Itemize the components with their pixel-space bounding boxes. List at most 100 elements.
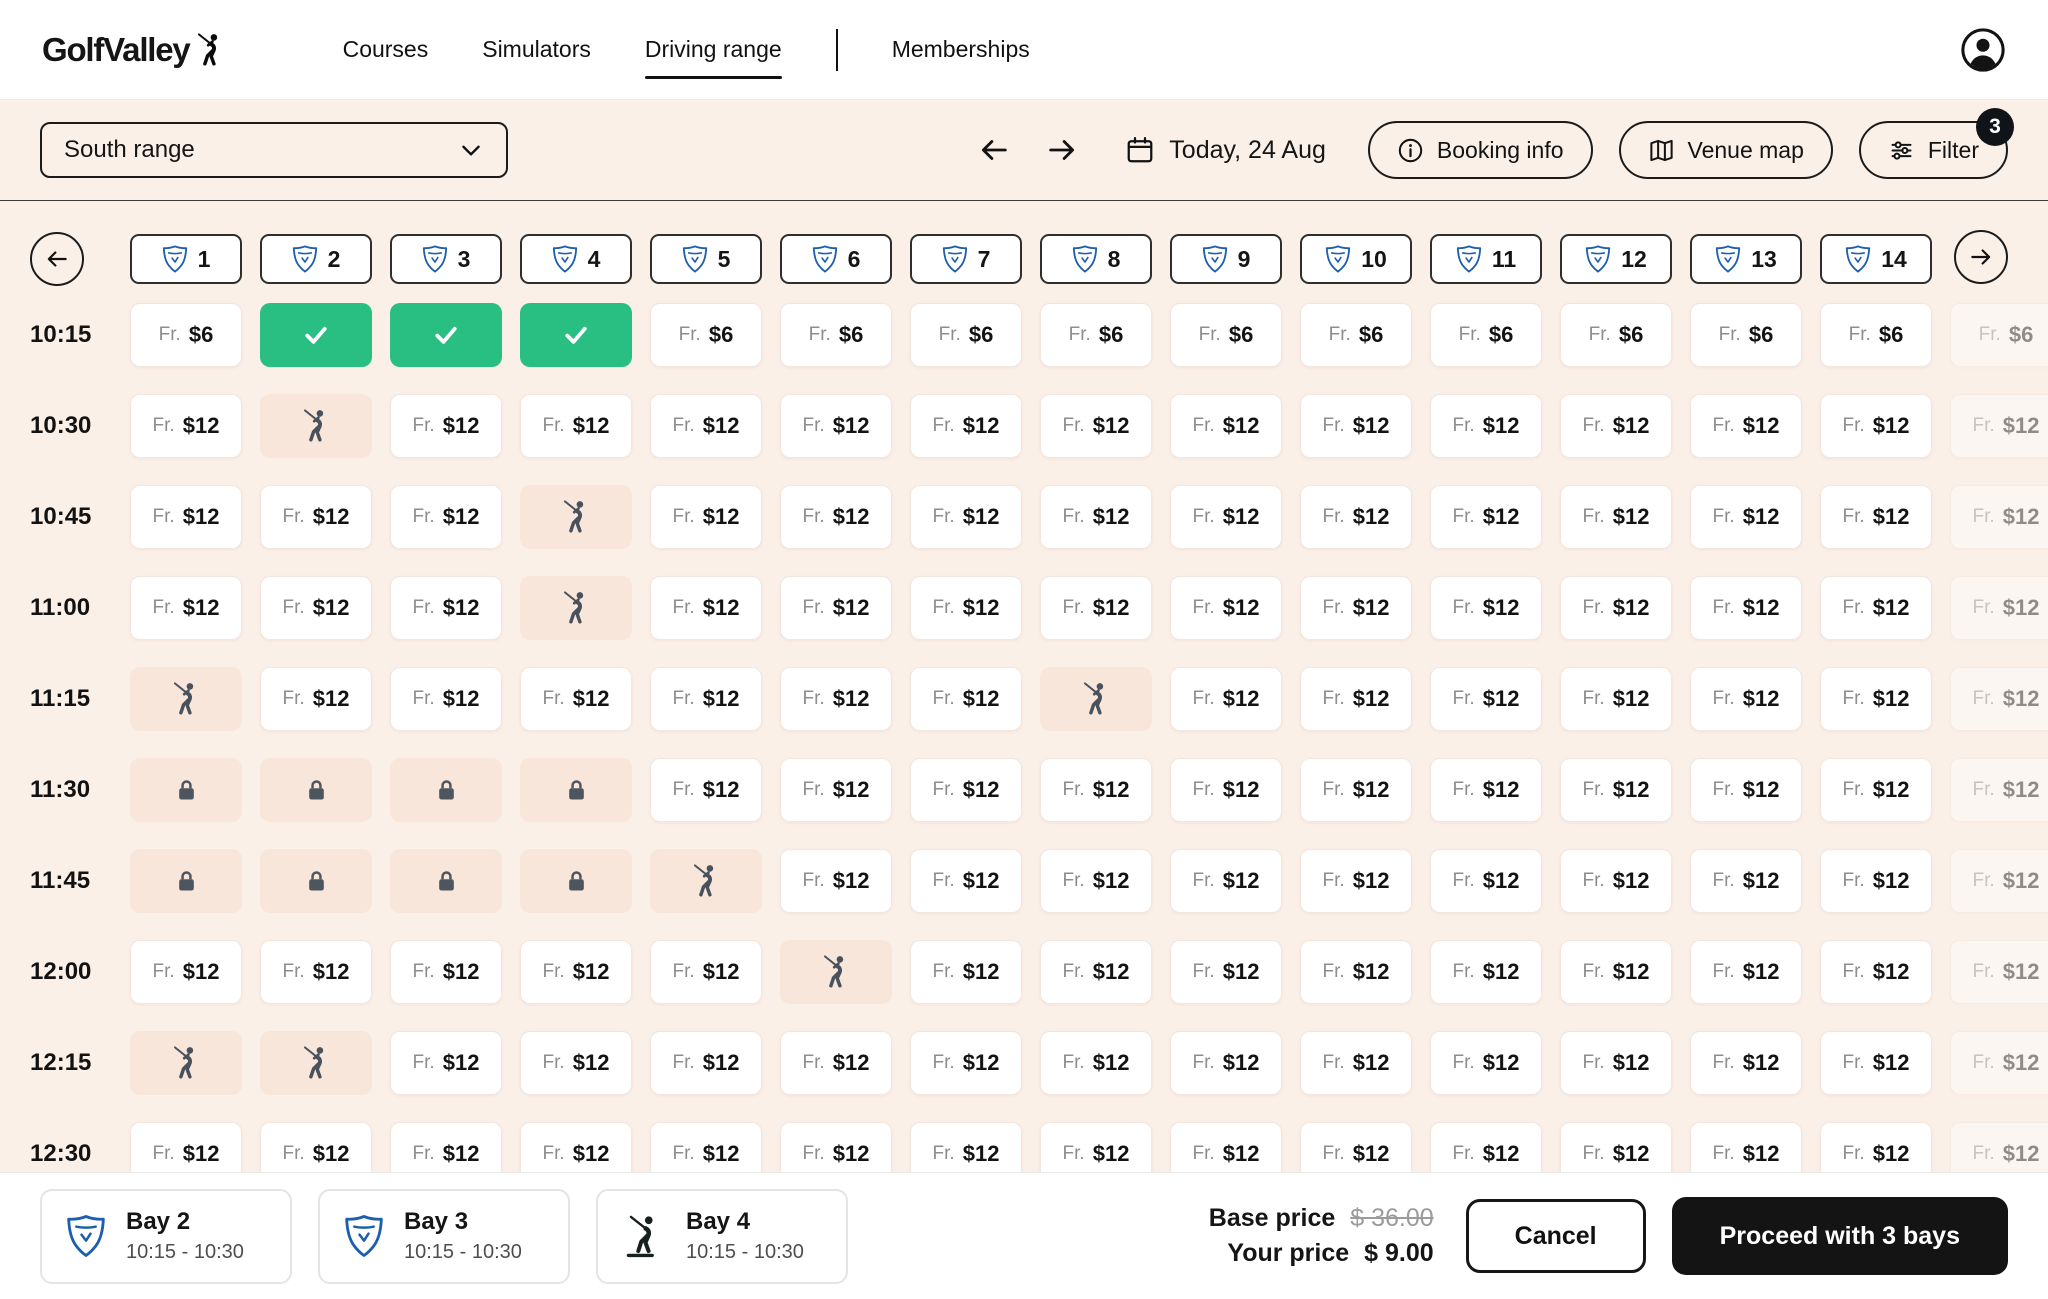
booking-info-button[interactable]: Booking info xyxy=(1368,121,1593,179)
slot-available[interactable]: Fr.$6 xyxy=(650,303,762,367)
slot-available[interactable]: Fr.$12 xyxy=(1690,394,1802,458)
bays-scroll-prev-button[interactable] xyxy=(30,232,84,286)
slot-available[interactable]: Fr.$12 xyxy=(390,485,502,549)
slot-available[interactable]: Fr.$6 xyxy=(1560,303,1672,367)
slot-available[interactable]: Fr.$12 xyxy=(910,1031,1022,1095)
date-picker[interactable]: Today, 24 Aug xyxy=(1125,135,1326,165)
nav-courses[interactable]: Courses xyxy=(343,28,429,71)
range-select[interactable]: South range xyxy=(40,122,508,178)
slot-available[interactable]: Fr.$12 xyxy=(1430,940,1542,1004)
nav-simulators[interactable]: Simulators xyxy=(482,28,591,71)
slot-available[interactable]: Fr.$6 xyxy=(780,303,892,367)
slot-available[interactable]: Fr.$12 xyxy=(1300,667,1412,731)
slot-available[interactable]: Fr.$12 xyxy=(1170,758,1282,822)
slot-available[interactable]: Fr.$12 xyxy=(1950,667,2048,731)
slot-available[interactable]: Fr.$12 xyxy=(1300,576,1412,640)
nav-driving-range[interactable]: Driving range xyxy=(645,28,782,71)
slot-available[interactable]: Fr.$12 xyxy=(260,667,372,731)
slot-available[interactable]: Fr.$12 xyxy=(1430,394,1542,458)
bay-header-3[interactable]: 3 xyxy=(390,234,502,284)
slot-available[interactable]: Fr.$12 xyxy=(1560,758,1672,822)
slot-available[interactable]: Fr.$12 xyxy=(1560,1031,1672,1095)
slot-available[interactable]: Fr.$12 xyxy=(130,576,242,640)
slot-available[interactable]: Fr.$12 xyxy=(130,940,242,1004)
slot-available[interactable]: Fr.$12 xyxy=(1950,394,2048,458)
slot-available[interactable]: Fr.$12 xyxy=(1430,849,1542,913)
slot-available[interactable]: Fr.$12 xyxy=(390,667,502,731)
slot-selected[interactable] xyxy=(260,303,372,367)
slot-available[interactable]: Fr.$12 xyxy=(390,1031,502,1095)
slot-available[interactable]: Fr.$12 xyxy=(1690,1031,1802,1095)
slot-available[interactable]: Fr.$12 xyxy=(1430,758,1542,822)
slot-available[interactable]: Fr.$6 xyxy=(1820,303,1932,367)
slot-available[interactable]: Fr.$12 xyxy=(1430,576,1542,640)
slot-available[interactable]: Fr.$6 xyxy=(1430,303,1542,367)
selected-bay-card[interactable]: Bay 310:15 - 10:30 xyxy=(318,1189,570,1284)
slot-available[interactable]: Fr.$12 xyxy=(260,576,372,640)
logo[interactable]: GolfValley xyxy=(42,31,228,69)
slot-available[interactable]: Fr.$12 xyxy=(1690,485,1802,549)
slot-available[interactable]: Fr.$12 xyxy=(1950,940,2048,1004)
slot-available[interactable]: Fr.$12 xyxy=(1560,576,1672,640)
slot-available[interactable]: Fr.$12 xyxy=(520,1031,632,1095)
venue-map-button[interactable]: Venue map xyxy=(1619,121,1833,179)
slot-available[interactable]: Fr.$12 xyxy=(1040,576,1152,640)
slot-available[interactable]: Fr.$12 xyxy=(1170,940,1282,1004)
slot-available[interactable]: Fr.$12 xyxy=(780,667,892,731)
bay-header-1[interactable]: 1 xyxy=(130,234,242,284)
slot-available[interactable]: Fr.$12 xyxy=(1040,849,1152,913)
slot-available[interactable]: Fr.$12 xyxy=(260,940,372,1004)
slot-available[interactable]: Fr.$12 xyxy=(650,758,762,822)
slot-available[interactable]: Fr.$12 xyxy=(1170,1031,1282,1095)
slot-available[interactable]: Fr.$12 xyxy=(1300,1031,1412,1095)
slot-available[interactable]: Fr.$12 xyxy=(1820,1031,1932,1095)
slot-selected[interactable] xyxy=(390,303,502,367)
slot-available[interactable]: Fr.$12 xyxy=(780,1031,892,1095)
slot-available[interactable]: Fr.$12 xyxy=(1300,394,1412,458)
slot-available[interactable]: Fr.$12 xyxy=(1170,394,1282,458)
slot-available[interactable]: Fr.$12 xyxy=(390,576,502,640)
slot-available[interactable]: Fr.$12 xyxy=(910,758,1022,822)
bay-header-4[interactable]: 4 xyxy=(520,234,632,284)
slot-available[interactable]: Fr.$12 xyxy=(1560,394,1672,458)
slot-available[interactable]: Fr.$6 xyxy=(1040,303,1152,367)
slot-available[interactable]: Fr.$12 xyxy=(520,667,632,731)
slot-available[interactable]: Fr.$12 xyxy=(780,394,892,458)
slot-available[interactable]: Fr.$12 xyxy=(1170,667,1282,731)
slot-available[interactable]: Fr.$12 xyxy=(520,394,632,458)
slot-available[interactable]: Fr.$12 xyxy=(1430,667,1542,731)
slot-available[interactable]: Fr.$6 xyxy=(1690,303,1802,367)
slot-available[interactable]: Fr.$12 xyxy=(1690,849,1802,913)
slot-available[interactable]: Fr.$12 xyxy=(1560,849,1672,913)
slot-available[interactable]: Fr.$12 xyxy=(1040,1031,1152,1095)
slot-available[interactable]: Fr.$12 xyxy=(1690,758,1802,822)
slot-available[interactable]: Fr.$12 xyxy=(1300,940,1412,1004)
selected-bay-card[interactable]: Bay 410:15 - 10:30 xyxy=(596,1189,848,1284)
slot-available[interactable]: Fr.$12 xyxy=(130,485,242,549)
bay-header-10[interactable]: 10 xyxy=(1300,234,1412,284)
slot-available[interactable]: Fr.$12 xyxy=(1300,758,1412,822)
slot-available[interactable]: Fr.$12 xyxy=(1690,667,1802,731)
slot-available[interactable]: Fr.$12 xyxy=(1950,849,2048,913)
slot-available[interactable]: Fr.$12 xyxy=(1430,1031,1542,1095)
slot-available[interactable]: Fr.$12 xyxy=(910,667,1022,731)
date-prev-button[interactable] xyxy=(973,129,1015,171)
slot-available[interactable]: Fr.$12 xyxy=(520,940,632,1004)
slot-available[interactable]: Fr.$12 xyxy=(650,1031,762,1095)
slot-available[interactable]: Fr.$12 xyxy=(780,758,892,822)
bay-header-8[interactable]: 8 xyxy=(1040,234,1152,284)
slot-available[interactable]: Fr.$6 xyxy=(1300,303,1412,367)
slot-selected[interactable] xyxy=(520,303,632,367)
slot-available[interactable]: Fr.$12 xyxy=(1820,667,1932,731)
slot-available[interactable]: Fr.$12 xyxy=(1950,576,2048,640)
bay-header-13[interactable]: 13 xyxy=(1690,234,1802,284)
slot-available[interactable]: Fr.$12 xyxy=(910,394,1022,458)
date-next-button[interactable] xyxy=(1041,129,1083,171)
slot-available[interactable]: Fr.$12 xyxy=(1950,758,2048,822)
slot-available[interactable]: Fr.$12 xyxy=(1040,394,1152,458)
slot-available[interactable]: Fr.$12 xyxy=(1170,576,1282,640)
slot-available[interactable]: Fr.$12 xyxy=(910,576,1022,640)
slot-available[interactable]: Fr.$12 xyxy=(1820,485,1932,549)
slot-available[interactable]: Fr.$12 xyxy=(1950,1031,2048,1095)
slot-available[interactable]: Fr.$12 xyxy=(1690,940,1802,1004)
